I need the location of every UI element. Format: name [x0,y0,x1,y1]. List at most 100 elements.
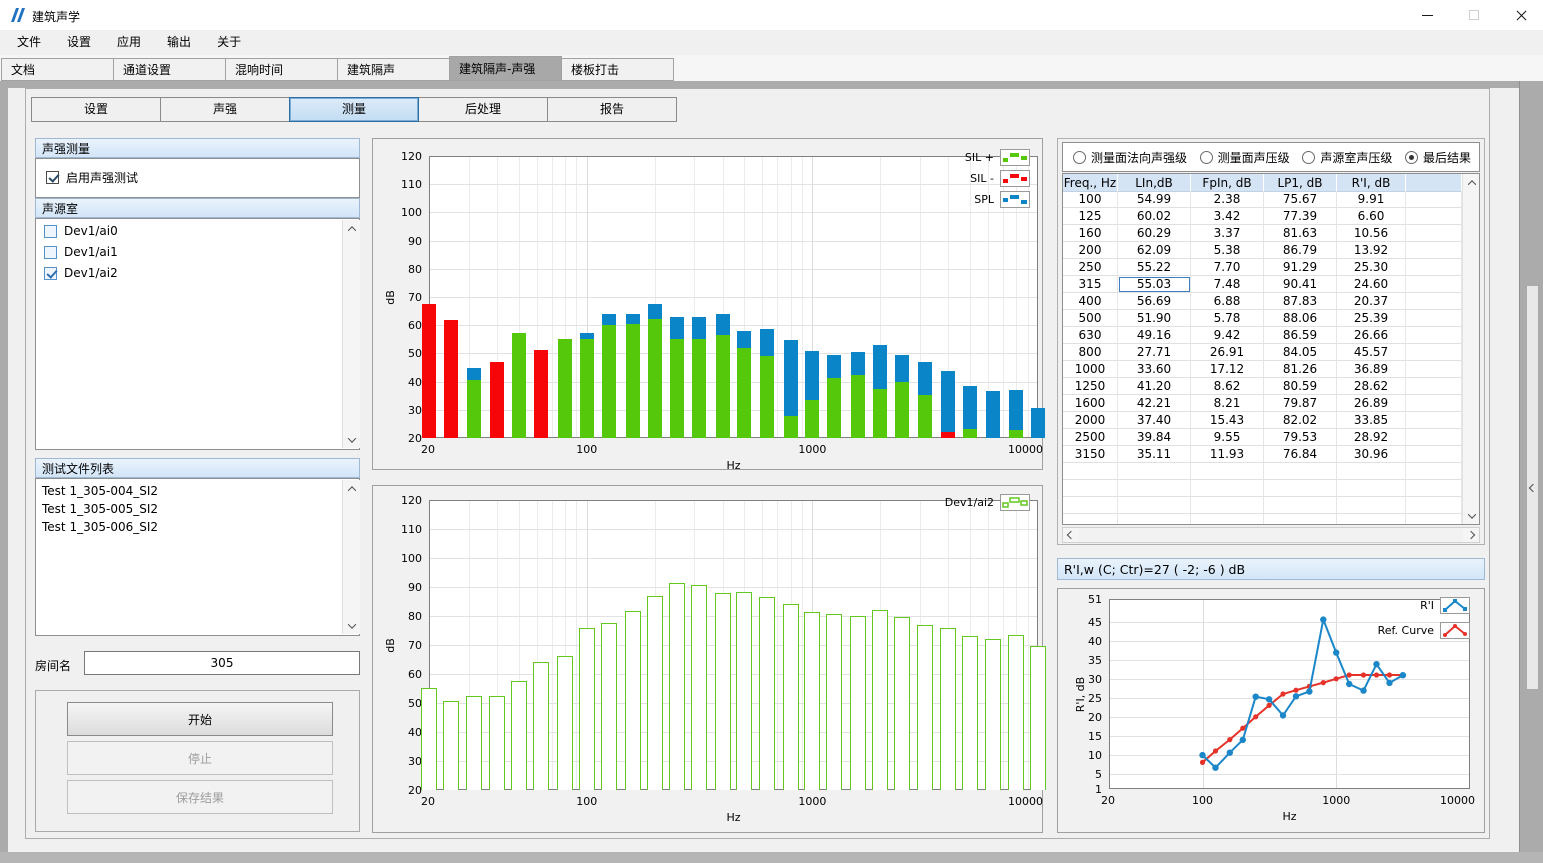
table-cell-6-4[interactable]: 20.37 [1337,293,1406,310]
table-cell-2-2[interactable]: 3.37 [1191,225,1264,242]
table-cell-4-2[interactable]: 7.70 [1191,259,1264,276]
table-cell-12-5[interactable] [1406,395,1462,412]
scroll-up-button[interactable] [343,220,360,237]
result-radio-3[interactable]: 最后结果 [1405,148,1471,166]
table-horizontal-scrollbar[interactable] [1062,527,1480,543]
table-cell-15-1[interactable]: 35.11 [1118,446,1191,463]
table-cell-4-1[interactable]: 55.22 [1118,259,1191,276]
collapse-panel-handle[interactable] [1526,285,1539,690]
subtab-2[interactable]: 测量 [289,97,419,122]
minimize-button[interactable] [1407,0,1447,30]
table-cell-5-5[interactable] [1406,276,1462,293]
menu-item-3[interactable]: 输出 [154,30,204,55]
table-cell-6-0[interactable]: 400 [1063,293,1118,310]
radio-icon-1[interactable] [1200,151,1213,164]
scroll-left-button[interactable] [1063,528,1079,542]
table-cell-10-1[interactable]: 33.60 [1118,361,1191,378]
channel-checkbox-2[interactable] [44,267,57,280]
table-cell-8-1[interactable]: 49.16 [1118,327,1191,344]
table-cell-4-5[interactable] [1406,259,1462,276]
channel-item-0[interactable]: Dev1/ai0 [38,222,359,240]
table-cell-13-0[interactable]: 2000 [1063,412,1118,429]
table-cell-5-1[interactable]: 55.03 [1118,276,1191,293]
table-cell-2-5[interactable] [1406,225,1462,242]
table-cell-4-0[interactable]: 250 [1063,259,1118,276]
subtab-0[interactable]: 设置 [31,97,161,122]
table-cell-5-3[interactable]: 90.41 [1264,276,1337,293]
close-button[interactable] [1501,0,1541,30]
scroll-up-button[interactable] [343,480,360,497]
table-cell-13-1[interactable]: 37.40 [1118,412,1191,429]
start-button[interactable]: 开始 [67,702,333,736]
table-cell-7-1[interactable]: 51.90 [1118,310,1191,327]
table-cell-10-5[interactable] [1406,361,1462,378]
table-cell-8-0[interactable]: 630 [1063,327,1118,344]
table-cell-11-1[interactable]: 41.20 [1118,378,1191,395]
table-cell-9-5[interactable] [1406,344,1462,361]
stop-button[interactable]: 停止 [67,741,333,775]
radio-icon-0[interactable] [1073,151,1086,164]
table-cell-8-5[interactable] [1406,327,1462,344]
tab-2[interactable]: 混响时间 [225,58,338,81]
table-cell-0-2[interactable]: 2.38 [1191,191,1264,208]
table-cell-3-0[interactable]: 200 [1063,242,1118,259]
table-cell-5-2[interactable]: 7.48 [1191,276,1264,293]
menu-item-2[interactable]: 应用 [104,30,154,55]
table-cell-3-3[interactable]: 86.79 [1264,242,1337,259]
table-cell-4-3[interactable]: 91.29 [1264,259,1337,276]
table-cell-7-2[interactable]: 5.78 [1191,310,1264,327]
table-cell-12-0[interactable]: 1600 [1063,395,1118,412]
maximize-button[interactable] [1454,0,1494,30]
table-cell-7-3[interactable]: 88.06 [1264,310,1337,327]
table-cell-11-0[interactable]: 1250 [1063,378,1118,395]
table-cell-15-2[interactable]: 11.93 [1191,446,1264,463]
test-file-item-1[interactable]: Test 1_305-005_SI2 [36,500,359,518]
table-cell-15-3[interactable]: 76.84 [1264,446,1337,463]
table-cell-1-1[interactable]: 60.02 [1118,208,1191,225]
table-cell-3-5[interactable] [1406,242,1462,259]
table-cell-3-1[interactable]: 62.09 [1118,242,1191,259]
table-cell-5-0[interactable]: 315 [1063,276,1118,293]
tab-4[interactable]: 建筑隔声-声强 [449,56,562,81]
table-cell-14-5[interactable] [1406,429,1462,446]
table-cell-3-2[interactable]: 5.38 [1191,242,1264,259]
scroll-up-button[interactable] [1463,174,1480,191]
table-cell-10-2[interactable]: 17.12 [1191,361,1264,378]
table-cell-9-1[interactable]: 27.71 [1118,344,1191,361]
table-cell-12-3[interactable]: 79.87 [1264,395,1337,412]
table-cell-6-5[interactable] [1406,293,1462,310]
table-cell-7-5[interactable] [1406,310,1462,327]
channel-item-1[interactable]: Dev1/ai1 [38,243,359,261]
table-cell-15-4[interactable]: 30.96 [1337,446,1406,463]
table-cell-0-0[interactable]: 100 [1063,191,1118,208]
table-cell-1-4[interactable]: 6.60 [1337,208,1406,225]
scroll-down-button[interactable] [343,431,360,448]
table-cell-7-0[interactable]: 500 [1063,310,1118,327]
channel-checkbox-1[interactable] [44,246,57,259]
table-cell-14-0[interactable]: 2500 [1063,429,1118,446]
table-cell-1-0[interactable]: 125 [1063,208,1118,225]
table-cell-6-1[interactable]: 56.69 [1118,293,1191,310]
room-name-input[interactable] [84,651,360,675]
table-cell-11-5[interactable] [1406,378,1462,395]
table-cell-0-3[interactable]: 75.67 [1264,191,1337,208]
table-cell-3-4[interactable]: 13.92 [1337,242,1406,259]
test-file-item-0[interactable]: Test 1_305-004_SI2 [36,482,359,500]
channel-checkbox-0[interactable] [44,225,57,238]
table-cell-2-3[interactable]: 81.63 [1264,225,1337,242]
table-cell-9-4[interactable]: 45.57 [1337,344,1406,361]
table-cell-4-4[interactable]: 25.30 [1337,259,1406,276]
result-radio-1[interactable]: 测量面声压级 [1200,148,1290,166]
table-cell-14-3[interactable]: 79.53 [1264,429,1337,446]
table-cell-12-1[interactable]: 42.21 [1118,395,1191,412]
table-cell-8-2[interactable]: 9.42 [1191,327,1264,344]
table-cell-12-2[interactable]: 8.21 [1191,395,1264,412]
tab-3[interactable]: 建筑隔声 [337,58,450,81]
vertical-scrollbar[interactable] [342,480,360,634]
table-cell-14-1[interactable]: 39.84 [1118,429,1191,446]
table-cell-9-3[interactable]: 84.05 [1264,344,1337,361]
table-cell-8-4[interactable]: 26.66 [1337,327,1406,344]
table-cell-2-4[interactable]: 10.56 [1337,225,1406,242]
table-cell-2-1[interactable]: 60.29 [1118,225,1191,242]
table-cell-10-4[interactable]: 36.89 [1337,361,1406,378]
